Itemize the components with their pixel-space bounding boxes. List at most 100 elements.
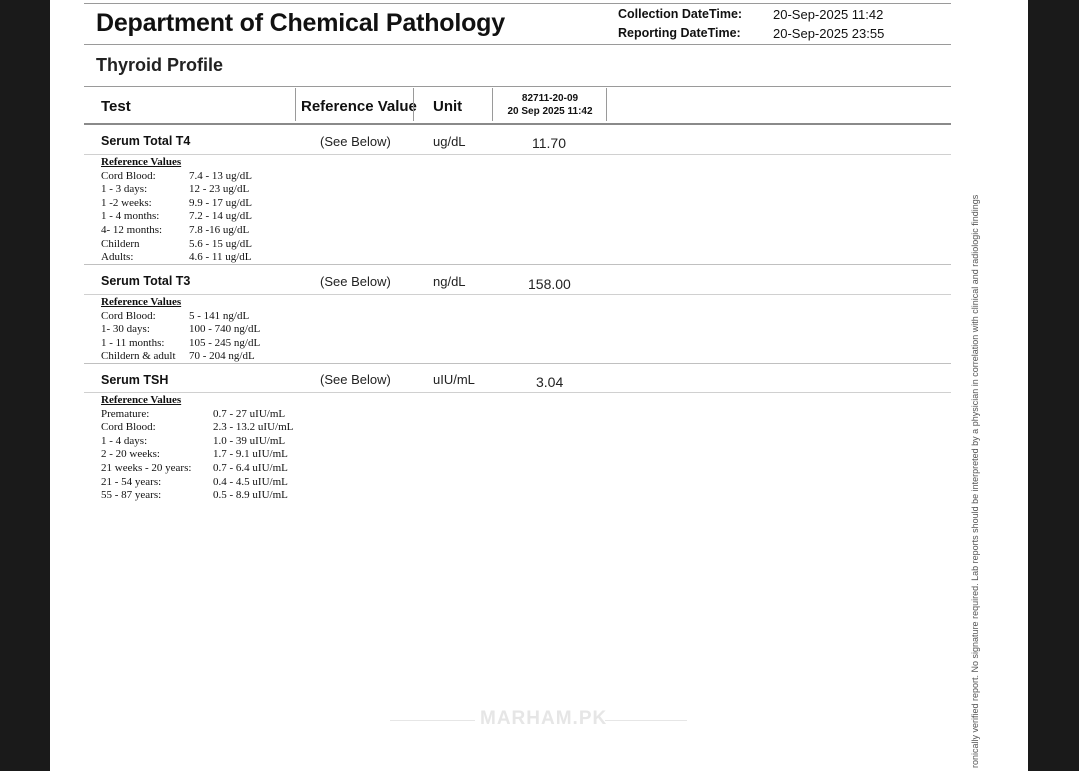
reference-values-block: Reference Values Premature: 0.7 - 27 uIU/m… <box>101 394 293 503</box>
reference-row: 1 - 3 days: 12 - 23 ug/dL <box>101 183 249 197</box>
reference-row: Cord Blood: 5 - 141 ng/dL <box>101 309 249 324</box>
col-divider <box>295 88 296 121</box>
reference-row: Adults: 4.6 - 11 ug/dL <box>101 251 252 265</box>
reference-range-value: 0.5 - 8.9 uIU/mL <box>213 489 288 502</box>
reference-range-value: 105 - 245 ng/dL <box>189 336 261 349</box>
reporting-datetime-value: 20-Sep-2025 23:55 <box>773 26 885 41</box>
reference-age-label: 2 - 20 weeks: <box>101 448 160 461</box>
col-divider <box>413 88 414 121</box>
reference-age-label: Cord Blood: <box>101 169 156 182</box>
table-top-rule <box>84 86 951 87</box>
reference-age-label: Childern <box>101 237 140 250</box>
reference-range-value: 1.7 - 9.1 uIU/mL <box>213 448 288 461</box>
section-title: Thyroid Profile <box>96 55 224 75</box>
reference-range-value: 7.4 - 13 ug/dL <box>189 169 252 182</box>
row-rule <box>84 264 951 265</box>
reference-row: 1- 30 days: 100 - 740 ng/dL <box>101 323 260 337</box>
reference-age-label: 1 -2 weeks: <box>101 196 152 209</box>
reference-cell: (See Below) <box>320 372 391 387</box>
collection-datetime-value: 20-Sep-2025 11:42 <box>773 7 884 22</box>
reference-values-heading: Reference Values <box>101 394 182 406</box>
reference-age-label: 1 - 3 days: <box>101 183 148 196</box>
reference-age-label: 1- 30 days: <box>101 323 150 336</box>
reference-age-label: 21 - 54 years: <box>101 475 162 488</box>
collection-datetime-label: Collection DateTime: <box>618 7 743 21</box>
reference-age-label: 1 - 11 months: <box>101 336 165 349</box>
header-top-rule <box>84 3 951 4</box>
reference-row: 4- 12 months: 7.8 -16 ug/dL <box>101 223 249 238</box>
result-value: 11.70 <box>532 135 566 151</box>
report-page: Department of Chemical Pathology Collect… <box>50 0 1028 771</box>
reference-values-block: Reference Values Cord Blood: 7.4 - 13 ug/d… <box>101 156 252 265</box>
test-name: Serum TSH <box>101 373 169 387</box>
reference-range-value: 4.6 - 11 ug/dL <box>189 251 252 264</box>
reference-row: Cord Blood: 2.3 - 13.2 uIU/mL <box>101 421 293 435</box>
reference-range-value: 12 - 23 ug/dL <box>189 183 250 196</box>
reference-range-value: 0.7 - 27 uIU/mL <box>213 407 286 420</box>
reference-age-label: Cord Blood: <box>101 421 156 434</box>
col-header-sample: 82711-20-09 20 Sep 2025 11:42 <box>493 92 607 118</box>
reference-row: 1 - 4 months: 7.2 - 14 ug/dL <box>101 210 252 224</box>
table-header-rule <box>84 123 951 125</box>
test-name: Serum Total T4 <box>101 134 191 148</box>
sample-id: 82711-20-09 <box>521 93 579 104</box>
reference-age-label: 4- 12 months: <box>101 223 163 236</box>
reference-cell: (See Below) <box>320 134 391 149</box>
reference-age-label: 1 - 4 days: <box>101 434 148 447</box>
reference-cell: (See Below) <box>320 274 391 289</box>
department-title: Department of Chemical Pathology <box>96 9 505 37</box>
reference-range-value: 2.3 - 13.2 uIU/mL <box>213 421 294 434</box>
reference-values-block: Reference Values Cord Blood: 5 - 141 ng/dL… <box>101 296 260 364</box>
reference-range-value: 7.8 -16 ug/dL <box>189 223 250 236</box>
reference-row: Premature: 0.7 - 27 uIU/mL <box>101 407 285 422</box>
reference-age-label: Premature: <box>101 407 150 420</box>
header-bottom-rule <box>84 44 951 45</box>
reference-row: 1 -2 weeks: 9.9 - 17 ug/dL <box>101 196 252 211</box>
reference-row: 21 - 54 years: 0.4 - 4.5 uIU/mL <box>101 475 288 490</box>
col-header-reference: Reference Value <box>301 98 417 115</box>
reference-row: 55 - 87 years: 0.5 - 8.9 uIU/mL <box>101 489 288 503</box>
row-rule <box>84 392 951 393</box>
col-divider <box>606 88 607 121</box>
col-header-test: Test <box>101 98 131 115</box>
verification-note: ronically verified report. No signature … <box>970 194 980 768</box>
unit-cell: uIU/mL <box>433 372 475 387</box>
reference-range-value: 100 - 740 ng/dL <box>189 323 261 336</box>
row-rule <box>84 363 951 364</box>
reference-age-label: 1 - 4 months: <box>101 210 160 223</box>
reference-range-value: 0.7 - 6.4 uIU/mL <box>213 461 288 474</box>
test-name: Serum Total T3 <box>101 274 191 288</box>
reference-values-heading: Reference Values <box>101 156 182 168</box>
unit-cell: ug/dL <box>433 134 466 149</box>
reference-range-value: 5 - 141 ng/dL <box>189 309 250 322</box>
result-value: 3.04 <box>536 374 564 390</box>
watermark-text: MARHAM.PK <box>480 708 608 729</box>
reference-range-value: 1.0 - 39 uIU/mL <box>213 434 286 447</box>
watermark-line <box>605 720 687 721</box>
reference-row: 2 - 20 weeks: 1.7 - 9.1 uIU/mL <box>101 448 288 462</box>
reference-age-label: 21 weeks - 20 years: <box>101 461 192 474</box>
reference-row: Cord Blood: 7.4 - 13 ug/dL <box>101 169 252 184</box>
reference-range-value: 0.4 - 4.5 uIU/mL <box>213 475 288 488</box>
unit-cell: ng/dL <box>433 274 466 289</box>
reference-age-label: Cord Blood: <box>101 309 156 322</box>
row-rule <box>84 294 951 295</box>
reference-age-label: 55 - 87 years: <box>101 489 162 502</box>
reference-row: 1 - 4 days: 1.0 - 39 uIU/mL <box>101 434 285 449</box>
reference-row: 1 - 11 months: 105 - 245 ng/dL <box>101 336 260 351</box>
sample-date: 20 Sep 2025 11:42 <box>507 106 593 117</box>
watermark-line <box>390 720 475 721</box>
reference-values-heading: Reference Values <box>101 296 182 308</box>
row-rule <box>84 154 951 155</box>
reference-range-value: 9.9 - 17 ug/dL <box>189 196 252 209</box>
reference-row: Childern 5.6 - 15 ug/dL <box>101 237 252 252</box>
reference-age-label: Adults: <box>101 251 134 264</box>
reference-age-label: Childern & adult <box>101 350 176 363</box>
reference-row: Childern & adult 70 - 204 ng/dL <box>101 350 255 364</box>
reference-range-value: 70 - 204 ng/dL <box>189 350 255 363</box>
result-value: 158.00 <box>528 276 571 292</box>
reference-row: 21 weeks - 20 years: 0.7 - 6.4 uIU/mL <box>101 462 288 476</box>
reference-range-value: 5.6 - 15 ug/dL <box>189 237 252 250</box>
col-header-unit: Unit <box>433 98 463 115</box>
reference-range-value: 7.2 - 14 ug/dL <box>189 210 252 223</box>
